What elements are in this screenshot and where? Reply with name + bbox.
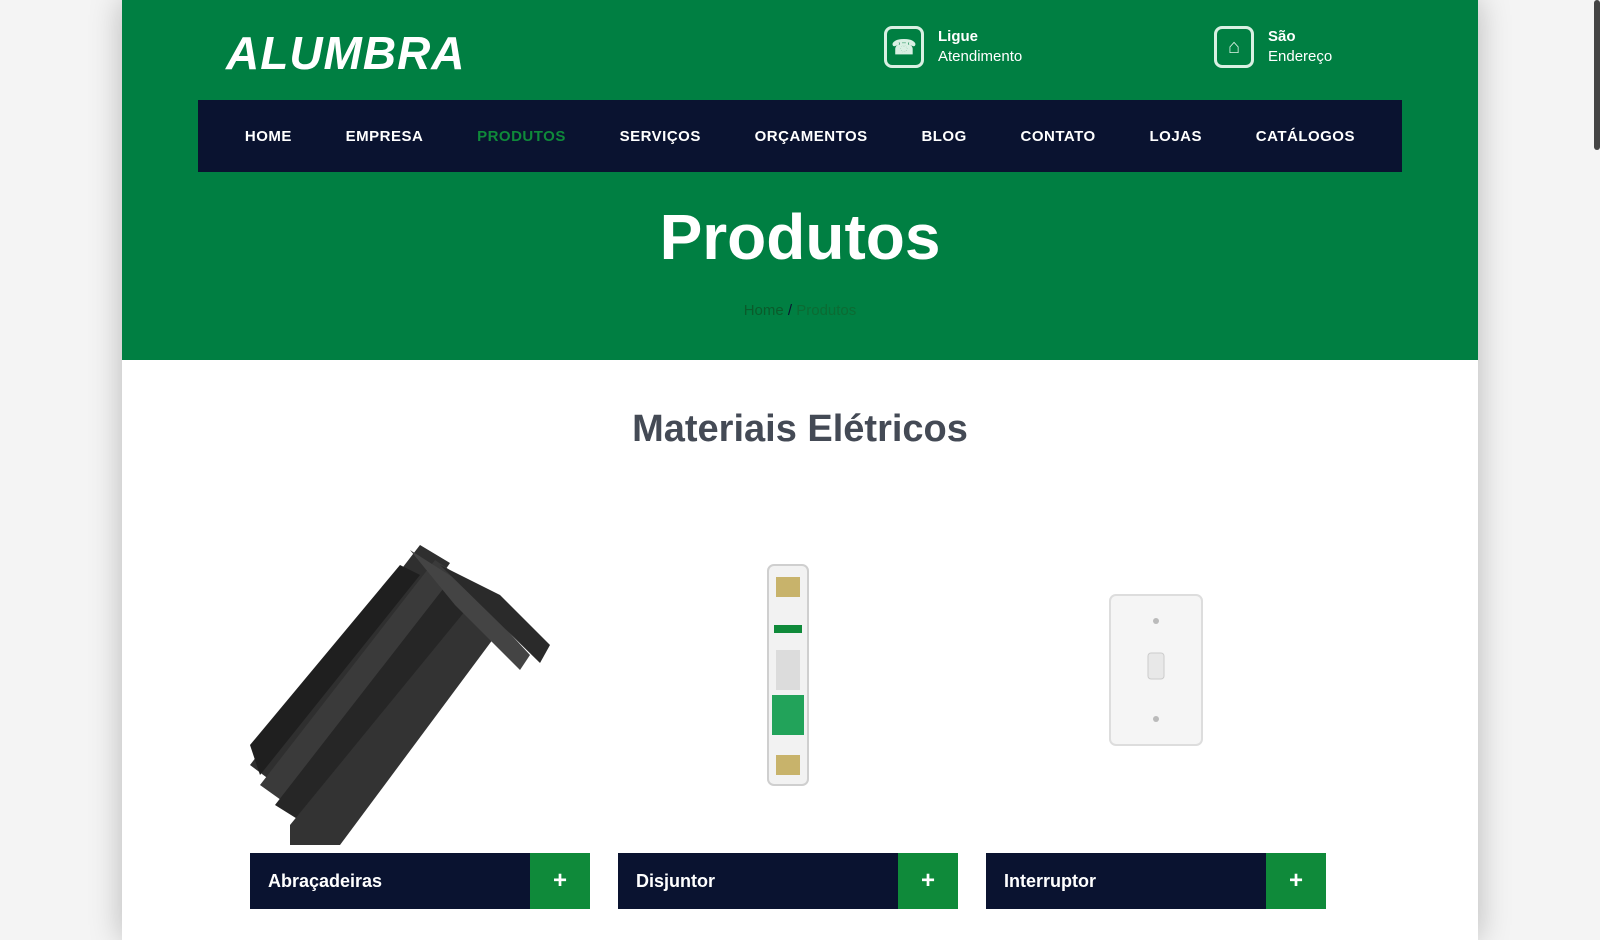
- breadcrumb-current: Produtos: [796, 302, 857, 319]
- nav-item-home[interactable]: Home: [245, 128, 292, 145]
- product-label: Disjuntor: [636, 870, 715, 891]
- product-label: Interruptor: [1004, 870, 1096, 891]
- plus-icon[interactable]: +: [1266, 853, 1326, 909]
- product-bar: Abraçadeiras +: [250, 853, 590, 909]
- plus-icon[interactable]: +: [530, 853, 590, 909]
- contact-phone-title: Ligue: [938, 28, 978, 45]
- contact-location[interactable]: ⌂ São Endereço: [1214, 26, 1332, 68]
- main-nav: Home Empresa Produtos Serviços Orçamento…: [198, 100, 1402, 172]
- nav-item-catalogos[interactable]: Catálogos: [1256, 128, 1355, 145]
- nav-item-empresa[interactable]: Empresa: [346, 128, 424, 145]
- breadcrumb-separator: /: [787, 302, 793, 319]
- site-container: ALUMBRA ☎ Ligue Atendimento ⌂ São Endere…: [122, 0, 1478, 940]
- section-title: Materiais Elétricos: [632, 408, 968, 450]
- product-card[interactable]: Interruptor +: [986, 505, 1326, 909]
- cable-ties-icon: [250, 545, 550, 845]
- nav-item-servicos[interactable]: Serviços: [620, 128, 701, 145]
- breadcrumb: Home / Produtos: [122, 302, 1478, 319]
- product-card[interactable]: Abraçadeiras +: [250, 505, 590, 909]
- wall-switch-icon: [1109, 594, 1203, 746]
- site-logo[interactable]: ALUMBRA: [226, 26, 466, 80]
- hero-header: ALUMBRA ☎ Ligue Atendimento ⌂ São Endere…: [122, 0, 1478, 360]
- scrollbar-thumb[interactable]: [1594, 0, 1600, 150]
- circuit-breaker-icon: [767, 564, 809, 786]
- product-label: Abraçadeiras: [268, 870, 383, 891]
- nav-item-produtos[interactable]: Produtos: [477, 128, 566, 145]
- product-image[interactable]: [618, 505, 958, 845]
- location-icon: ⌂: [1214, 26, 1254, 68]
- nav-item-orcamentos[interactable]: Orçamentos: [755, 128, 868, 145]
- product-card[interactable]: Disjuntor +: [618, 505, 958, 909]
- nav-item-contato[interactable]: Contato: [1021, 128, 1096, 145]
- product-image[interactable]: [986, 505, 1326, 845]
- breadcrumb-home[interactable]: Home: [744, 302, 784, 319]
- product-image[interactable]: [250, 505, 590, 845]
- nav-item-lojas[interactable]: Lojas: [1149, 128, 1202, 145]
- nav-item-blog[interactable]: Blog: [921, 128, 966, 145]
- product-bar: Interruptor +: [986, 853, 1326, 909]
- phone-icon: ☎: [884, 26, 924, 68]
- plus-icon[interactable]: +: [898, 853, 958, 909]
- contact-location-title: São: [1268, 28, 1296, 45]
- product-bar: Disjuntor +: [618, 853, 958, 909]
- contact-phone[interactable]: ☎ Ligue Atendimento: [884, 26, 1022, 68]
- contact-phone-subtitle: Atendimento: [938, 48, 1023, 65]
- contact-location-subtitle: Endereço: [1268, 48, 1333, 65]
- page-title: Produtos: [659, 201, 941, 273]
